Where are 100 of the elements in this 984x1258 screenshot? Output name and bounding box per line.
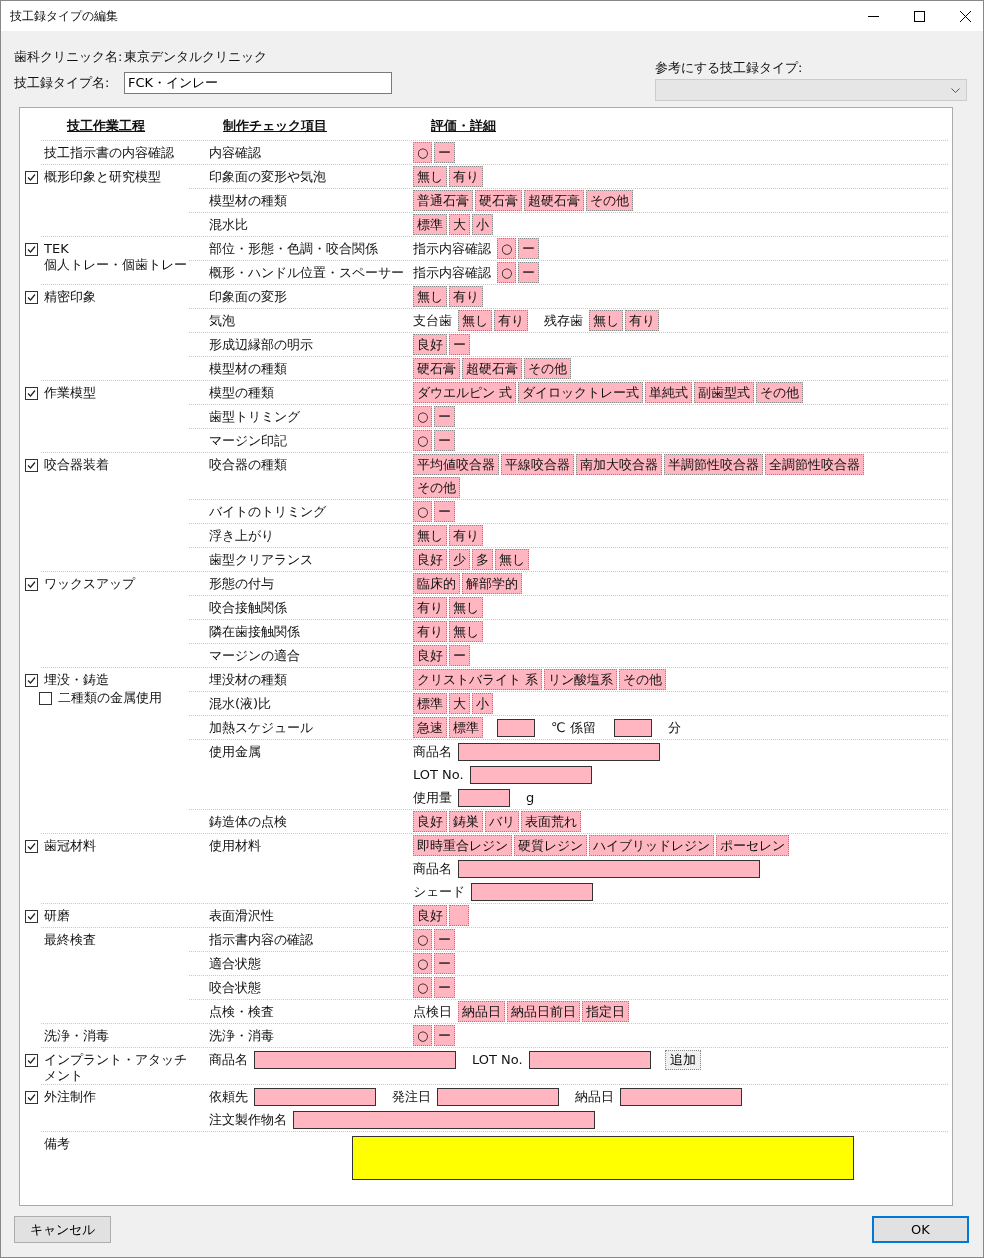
option-chip[interactable]: 良好	[413, 334, 447, 355]
option-chip[interactable]: 良好	[413, 549, 447, 570]
checkbox[interactable]	[25, 1054, 38, 1067]
input-field[interactable]	[458, 859, 760, 878]
maximize-icon[interactable]	[914, 10, 925, 22]
option-chip[interactable]: 小	[472, 693, 493, 714]
option-chip[interactable]: 有り	[413, 597, 447, 618]
checkbox[interactable]	[25, 840, 38, 853]
option-chip[interactable]: 南加大咬合器	[576, 454, 662, 475]
option-chip[interactable]: ー	[434, 929, 456, 950]
option-chip[interactable]: 多	[472, 549, 493, 570]
option-chip[interactable]: 有り	[449, 525, 483, 546]
option-chip[interactable]: 良好	[413, 645, 447, 666]
option-chip[interactable]: その他	[413, 477, 460, 498]
option-chip[interactable]: 平均値咬合器	[413, 454, 499, 475]
checkbox[interactable]	[25, 910, 38, 923]
checkbox[interactable]	[25, 459, 38, 472]
option-chip[interactable]: ハイブリッドレジン	[589, 835, 714, 856]
option-chip[interactable]: 硬石膏	[413, 358, 460, 379]
input-field[interactable]	[437, 1087, 559, 1106]
option-chip[interactable]: その他	[586, 190, 633, 211]
option-chip[interactable]: 平線咬合器	[501, 454, 574, 475]
checkbox[interactable]	[25, 243, 38, 256]
option-chip[interactable]: ー	[434, 501, 456, 522]
option-chip[interactable]: 無し	[413, 166, 447, 187]
option-chip[interactable]: ポーセレン	[716, 835, 789, 856]
option-chip[interactable]: 納品日前日	[507, 1001, 580, 1022]
input-field[interactable]	[613, 718, 652, 737]
option-chip[interactable]: ○	[413, 501, 433, 522]
checkbox[interactable]	[25, 387, 38, 400]
option-chip[interactable]: 有り	[413, 621, 447, 642]
type-name-field[interactable]: FCK・インレー	[124, 71, 392, 94]
option-chip[interactable]: ○	[497, 262, 517, 283]
option-chip[interactable]: 表面荒れ	[521, 811, 581, 832]
option-chip[interactable]: リン酸塩系	[544, 669, 618, 690]
option-chip[interactable]: 鋳巣	[449, 811, 483, 832]
checkbox[interactable]	[25, 578, 38, 591]
option-chip[interactable]: ○	[413, 929, 433, 950]
option-chip[interactable]: 大	[449, 693, 470, 714]
option-chip[interactable]: クリストバライト 系	[413, 669, 543, 690]
option-chip[interactable]: ー	[518, 262, 540, 283]
option-chip[interactable]: その他	[619, 669, 667, 690]
option-chip[interactable]: ー	[434, 977, 456, 998]
option-chip[interactable]: ○	[413, 953, 433, 974]
input-field[interactable]	[471, 882, 593, 901]
option-chip[interactable]: ○	[413, 142, 433, 163]
option-chip[interactable]: ー	[434, 430, 456, 451]
option-chip[interactable]: 良好	[413, 905, 447, 926]
option-chip[interactable]: ー	[518, 238, 540, 259]
option-chip[interactable]: 無し	[458, 310, 492, 331]
option-chip[interactable]: 少	[449, 549, 470, 570]
option-chip[interactable]: 無し	[589, 310, 623, 331]
option-chip[interactable]: 無し	[495, 549, 529, 570]
option-chip[interactable]: ○	[497, 238, 517, 259]
checkbox[interactable]	[39, 692, 52, 705]
option-chip[interactable]: 副歯型式	[694, 382, 755, 403]
option-chip[interactable]: ○	[413, 406, 433, 427]
option-chip[interactable]: 良好	[413, 811, 447, 832]
option-chip[interactable]: 超硬石膏	[462, 358, 522, 379]
cancel-button[interactable]: キャンセル	[14, 1216, 111, 1243]
option-chip[interactable]: 単純式	[645, 382, 693, 403]
input-field[interactable]	[458, 788, 510, 807]
option-chip[interactable]: 標準	[413, 214, 447, 235]
option-chip[interactable]: 有り	[494, 310, 528, 331]
option-chip[interactable]: 半調節性咬合器	[664, 454, 763, 475]
option-chip[interactable]: バリ	[485, 811, 519, 832]
option-chip[interactable]: ー	[434, 1025, 456, 1046]
option-chip[interactable]: 有り	[625, 310, 659, 331]
option-chip[interactable]: ダイロックトレー式	[518, 382, 644, 403]
option-chip[interactable]: 無し	[413, 525, 447, 546]
option-chip[interactable]: 標準	[449, 717, 483, 738]
option-chip[interactable]: 無し	[413, 286, 447, 307]
option-chip[interactable]: 全調節性咬合器	[765, 454, 864, 475]
input-field[interactable]	[254, 1087, 376, 1106]
option-chip[interactable]: 有り	[449, 166, 483, 187]
option-chip[interactable]: ー	[449, 334, 470, 355]
option-chip[interactable]: ○	[413, 430, 433, 451]
option-chip[interactable]: 急速	[413, 717, 447, 738]
option-chip[interactable]: 無し	[449, 597, 483, 618]
option-chip[interactable]: 指定日	[582, 1001, 629, 1022]
option-chip[interactable]: 大	[449, 214, 470, 235]
ok-button[interactable]: OK	[872, 1216, 969, 1243]
option-chip[interactable]: ダウエルピン 式	[413, 382, 517, 403]
checkbox[interactable]	[25, 1091, 38, 1104]
option-chip[interactable]: 即時重合レジン	[413, 835, 512, 856]
close-icon[interactable]	[960, 10, 971, 22]
option-chip[interactable]: ー	[434, 406, 456, 427]
checkbox[interactable]	[25, 291, 38, 304]
add-button[interactable]: 追加	[664, 1049, 701, 1070]
input-field[interactable]	[620, 1087, 742, 1106]
option-chip[interactable]: ー	[434, 142, 456, 163]
option-chip[interactable]: 解部学的	[462, 573, 522, 594]
option-chip[interactable]: その他	[524, 358, 571, 379]
remarks-field[interactable]	[352, 1136, 854, 1180]
option-chip[interactable]: 有り	[449, 286, 483, 307]
option-chip[interactable]: その他	[756, 382, 804, 403]
input-field[interactable]	[293, 1110, 595, 1129]
input-field[interactable]	[254, 1050, 456, 1069]
option-chip[interactable]: ○	[413, 977, 433, 998]
option-chip[interactable]: 無し	[449, 621, 483, 642]
